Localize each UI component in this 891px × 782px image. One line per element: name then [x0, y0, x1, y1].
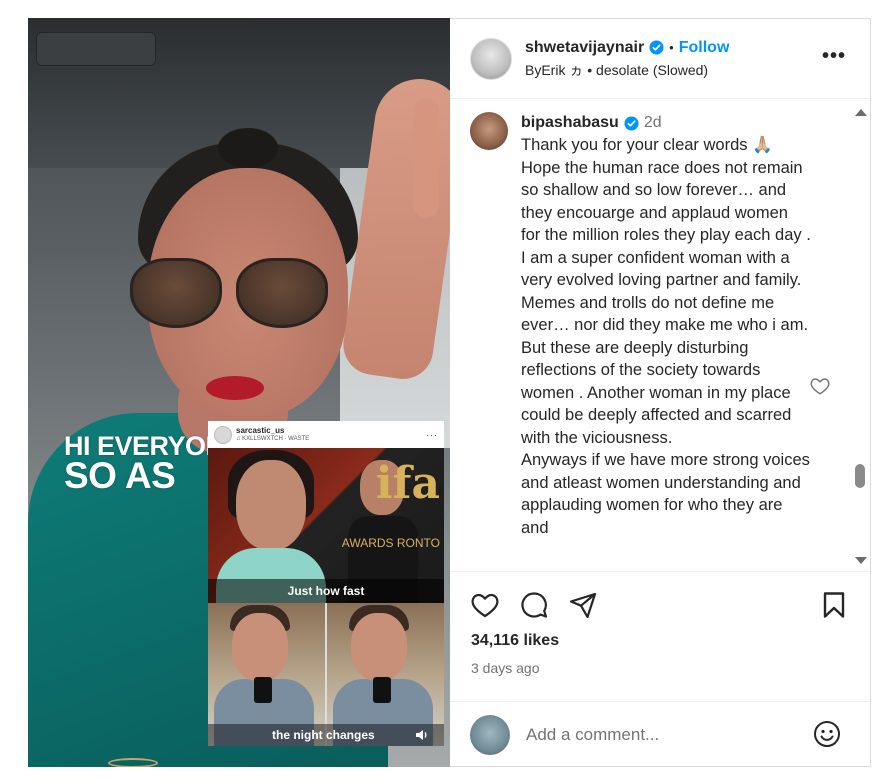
bracelet	[108, 758, 158, 767]
verified-badge-icon	[624, 115, 639, 131]
embedded-username: sarcastic_us	[236, 425, 285, 435]
audio-info[interactable]: ByErik ヵ • desolate (Slowed)	[525, 59, 729, 81]
sunglasses-right-lens	[236, 258, 328, 328]
embedded-song: ♫ KXLLSWXTCH · WASTE	[236, 435, 310, 442]
post-timestamp[interactable]: 3 days ago	[471, 660, 540, 676]
person-finger	[413, 98, 439, 218]
hair-bun	[218, 128, 278, 168]
likes-count[interactable]: 34,116 likes	[471, 632, 559, 650]
car-handle	[36, 32, 156, 66]
phone	[373, 677, 391, 703]
awards-sign-text: ifa	[375, 458, 440, 509]
comment-like-heart-icon[interactable]	[809, 375, 831, 397]
author-username[interactable]: shwetavijaynair	[525, 37, 644, 59]
separator-dot: •	[669, 39, 674, 55]
awards-sign-subtext: AWARDS RONTO	[341, 536, 440, 550]
post-details-panel: shwetavijaynair • Follow ByErik ヵ • deso…	[450, 18, 871, 767]
comment-text: Thank you for your clear words 🙏🏼 Hope t…	[521, 136, 811, 537]
embedded-reel-top-frame: ifa AWARDS RONTO Just how fast	[208, 448, 444, 603]
post-media[interactable]: HI EVERYONE SO AS sarcastic_us ♫ KXLLSWX…	[28, 18, 450, 767]
share-icon[interactable]	[568, 590, 598, 620]
post-header: shwetavijaynair • Follow ByErik ヵ • deso…	[450, 19, 870, 99]
comment-item: bipashabasu 2d Thank you for your clear …	[470, 112, 850, 539]
embedded-more-icon: ···	[426, 429, 438, 440]
comment-input[interactable]	[526, 724, 796, 745]
embedded-reel: sarcastic_us ♫ KXLLSWXTCH · WASTE ··· if…	[208, 421, 444, 746]
more-options-icon[interactable]: •••	[822, 45, 846, 68]
audio-artist: ByErik ヵ	[525, 61, 584, 78]
phone	[254, 677, 272, 703]
audio-title: desolate (Slowed)	[596, 61, 709, 78]
scroll-up-arrow-icon[interactable]	[855, 109, 867, 116]
video-overlay-text-line2: SO AS	[64, 455, 176, 496]
bookmark-icon[interactable]	[819, 590, 849, 620]
commenter-avatar[interactable]	[470, 112, 508, 150]
author-avatar[interactable]	[470, 37, 512, 80]
follow-button[interactable]: Follow	[679, 37, 730, 59]
embedded-avatar	[214, 425, 232, 444]
add-comment-bar	[450, 701, 870, 767]
scroll-down-arrow-icon[interactable]	[855, 557, 867, 564]
embedded-reel-bottom-frame: the night changes	[208, 603, 444, 746]
embedded-caption-top: Just how fast	[208, 579, 444, 603]
person-lips	[206, 376, 264, 400]
commenter-username[interactable]: bipashabasu	[521, 112, 619, 134]
sunglasses-left-lens	[130, 258, 222, 328]
comments-scrollbar[interactable]	[850, 106, 870, 568]
comment-icon[interactable]	[519, 590, 549, 620]
comment-time: 2d	[643, 114, 662, 131]
selfie-face	[232, 613, 288, 681]
selfie-face	[351, 613, 407, 681]
scrollbar-thumb[interactable]	[855, 464, 865, 488]
emoji-icon[interactable]	[812, 719, 842, 749]
verified-badge-icon	[649, 40, 664, 55]
embedded-face	[236, 460, 306, 550]
comments-section[interactable]: bipashabasu 2d Thank you for your clear …	[450, 100, 870, 570]
speaker-icon[interactable]	[414, 727, 430, 743]
audio-separator: •	[587, 61, 593, 78]
heart-icon[interactable]	[470, 590, 500, 620]
embedded-caption-bottom: the night changes	[208, 724, 444, 746]
post-actions: 34,116 likes 3 days ago	[450, 571, 870, 701]
embedded-reel-header: sarcastic_us ♫ KXLLSWXTCH · WASTE ···	[208, 421, 444, 448]
current-user-avatar	[470, 714, 510, 755]
